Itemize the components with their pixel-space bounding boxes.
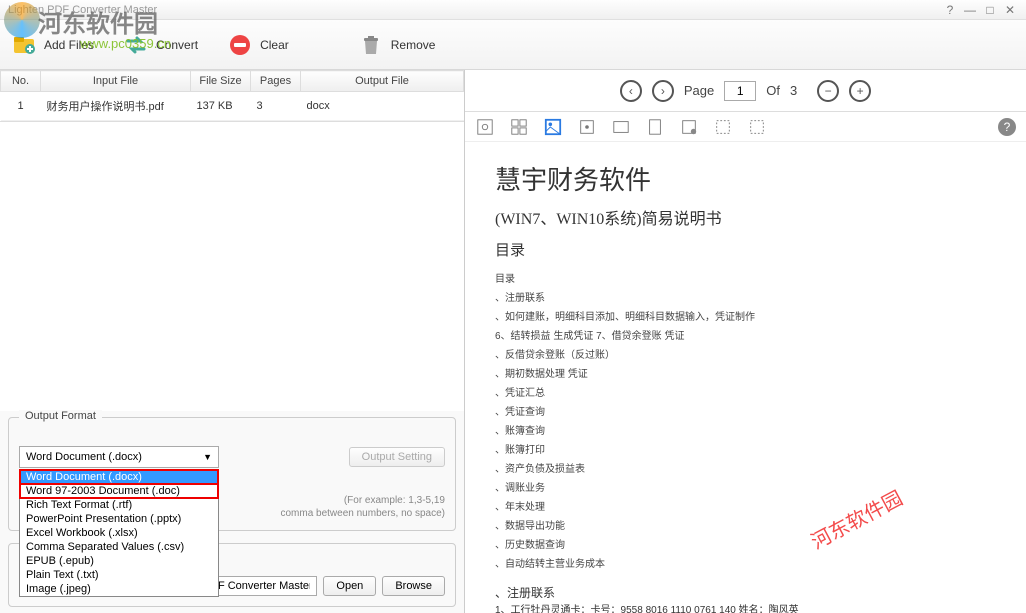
tool7-icon[interactable] <box>679 117 699 137</box>
remove-button[interactable]: Remove <box>359 33 436 57</box>
col-output[interactable]: Output File <box>301 71 464 92</box>
close-button[interactable]: ✕ <box>1002 2 1018 18</box>
output-format-panel: Output Format Word Document (.docx) ▼ Wo… <box>8 417 456 531</box>
page-input[interactable] <box>724 81 756 101</box>
format-option[interactable]: Excel Workbook (.xlsx) <box>20 526 218 540</box>
col-input[interactable]: Input File <box>41 71 191 92</box>
col-no[interactable]: No. <box>1 71 41 92</box>
tool6-icon[interactable] <box>645 117 665 137</box>
preview-help-icon[interactable]: ? <box>998 118 1016 136</box>
window-title: Lighten PDF Converter Master <box>8 4 938 16</box>
preview-toc: 目录、注册联系、如何建账，明细科目添加、明细科目数据输入，凭证制作6、结转损益 … <box>495 270 996 574</box>
table-row[interactable]: 1财务用户操作说明书.pdf137 KB3docx <box>1 92 464 121</box>
format-option[interactable]: Comma Separated Values (.csv) <box>20 540 218 554</box>
chevron-down-icon: ▼ <box>203 452 212 462</box>
prev-page-button[interactable]: ‹ <box>620 80 642 102</box>
preview-h1: 慧宇财务软件 <box>495 160 996 197</box>
next-page-button[interactable]: › <box>652 80 674 102</box>
pager: ‹ › Page Of 3 − + <box>465 70 1026 112</box>
remove-label: Remove <box>391 38 436 52</box>
format-option[interactable]: Word 97-2003 Document (.doc) <box>20 484 218 498</box>
view-toolbar: ? <box>465 112 1026 142</box>
output-setting-button[interactable]: Output Setting <box>349 447 445 467</box>
convert-label: Convert <box>156 38 198 52</box>
tool4-icon[interactable] <box>577 117 597 137</box>
trash-icon <box>359 33 383 57</box>
image-view-icon[interactable] <box>543 117 563 137</box>
page-label: Page <box>684 83 714 98</box>
clear-label: Clear <box>260 38 289 52</box>
preview-section: 、注册联系 <box>495 584 996 601</box>
zoom-out-button[interactable]: − <box>817 80 839 102</box>
preview-body: 1、工行牡丹灵通卡：卡号：9558 8016 1110 0761 140 姓名：… <box>495 601 996 613</box>
preview-h3: 目录 <box>495 239 996 260</box>
output-format-label: Output Format <box>19 410 102 422</box>
format-option[interactable]: Word Document (.docx) <box>20 470 218 484</box>
help-button[interactable]: ? <box>942 2 958 18</box>
grid-view-icon[interactable] <box>509 117 529 137</box>
maximize-button[interactable]: □ <box>982 2 998 18</box>
tool5-icon[interactable] <box>611 117 631 137</box>
output-format-selected: Word Document (.docx) <box>26 451 142 463</box>
preview-h2: (WIN7、WIN10系统)简易说明书 <box>495 205 996 229</box>
main-toolbar: Add Files Convert Clear Remove <box>0 20 1026 70</box>
col-pages[interactable]: Pages <box>251 71 301 92</box>
convert-icon <box>124 33 148 57</box>
clear-button[interactable]: Clear <box>228 33 289 57</box>
total-pages: 3 <box>790 83 797 98</box>
of-label: Of <box>766 83 780 98</box>
output-format-combo[interactable]: Word Document (.docx) ▼ Word Document (.… <box>19 446 219 468</box>
titlebar: Lighten PDF Converter Master ? — □ ✕ <box>0 0 1026 20</box>
tool9-icon[interactable] <box>747 117 767 137</box>
format-option[interactable]: Plain Text (.txt) <box>20 568 218 582</box>
open-folder-button[interactable]: Open <box>323 576 376 596</box>
fit-page-icon[interactable] <box>475 117 495 137</box>
format-option[interactable]: Image (.jpeg) <box>20 582 218 596</box>
file-table: No. Input File File Size Pages Output Fi… <box>0 70 464 122</box>
zoom-in-button[interactable]: + <box>849 80 871 102</box>
tool8-icon[interactable] <box>713 117 733 137</box>
browse-folder-button[interactable]: Browse <box>382 576 445 596</box>
format-option[interactable]: PowerPoint Presentation (.pptx) <box>20 512 218 526</box>
clear-icon <box>228 33 252 57</box>
convert-button[interactable]: Convert <box>124 33 198 57</box>
add-files-button[interactable]: Add Files <box>12 33 94 57</box>
output-format-dropdown[interactable]: Word Document (.docx)Word 97-2003 Docume… <box>19 469 219 597</box>
add-files-label: Add Files <box>44 38 94 52</box>
add-files-icon <box>12 33 36 57</box>
pdf-preview: 慧宇财务软件 (WIN7、WIN10系统)简易说明书 目录 目录、注册联系、如何… <box>465 142 1026 613</box>
col-size[interactable]: File Size <box>191 71 251 92</box>
format-option[interactable]: Rich Text Format (.rtf) <box>20 498 218 512</box>
format-option[interactable]: EPUB (.epub) <box>20 554 218 568</box>
minimize-button[interactable]: — <box>962 2 978 18</box>
